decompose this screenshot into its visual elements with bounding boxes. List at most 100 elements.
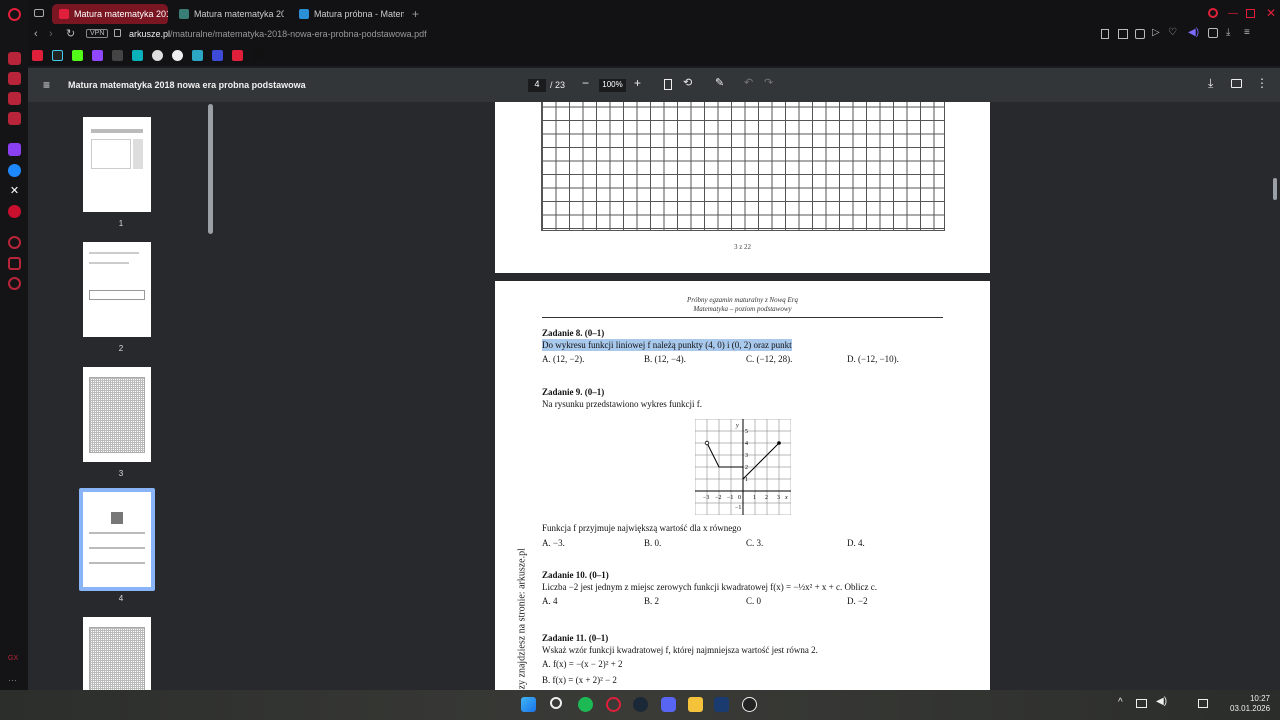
kick-bookmark-icon[interactable] <box>72 50 83 61</box>
redo-icon[interactable]: ↷ <box>764 76 773 89</box>
obs-icon[interactable] <box>742 697 757 712</box>
thumbnail-scrollbar[interactable] <box>208 104 213 234</box>
header-rule <box>542 317 943 318</box>
steam-icon[interactable] <box>633 697 648 712</box>
zoom-input[interactable]: 100% <box>599 79 626 92</box>
vk-icon[interactable] <box>8 205 21 218</box>
thumbnail-page-1[interactable] <box>83 117 151 212</box>
opera-logo-icon[interactable] <box>8 8 21 21</box>
annotate-icon[interactable]: ✎ <box>715 76 724 89</box>
viewer-scrollbar[interactable] <box>1273 178 1277 200</box>
chatgpt-bookmark-icon[interactable] <box>172 50 183 61</box>
app-icon[interactable] <box>714 697 729 712</box>
page-header: Próbny egzamin maturalny z Nową Erą Mate… <box>495 296 990 314</box>
tab-matura-1[interactable]: Matura matematyka 2018 <box>52 4 168 25</box>
clock[interactable]: 10:27 03.01.2026 <box>1230 694 1270 714</box>
thumbnail-page-3[interactable] <box>83 367 151 462</box>
task-10-title: Zadanie 10. (0–1) <box>542 570 609 580</box>
extensions-icon[interactable] <box>8 257 21 270</box>
restore-icon[interactable] <box>1246 9 1255 18</box>
extensions-toolbar-icon[interactable] <box>1208 28 1218 38</box>
snapshot-icon[interactable] <box>1118 29 1128 39</box>
spotify-icon[interactable] <box>578 697 593 712</box>
pdf-menu-icon[interactable]: ≡ <box>43 78 50 92</box>
gx-icon[interactable]: GX <box>8 655 21 668</box>
fit-page-icon[interactable] <box>664 79 672 90</box>
tab-title: Matura próbna - Matematy <box>314 9 404 19</box>
x-tick: −3 <box>703 495 709 501</box>
youtube-bookmark-icon[interactable] <box>32 50 43 61</box>
zoom-in-icon[interactable]: + <box>634 76 641 90</box>
store-icon[interactable] <box>8 72 21 85</box>
tab-menu-icon[interactable] <box>34 9 44 17</box>
settings-icon[interactable] <box>8 277 21 290</box>
file-explorer-icon[interactable] <box>688 697 703 712</box>
twitch-bookmark-icon[interactable] <box>92 50 103 61</box>
perplexity-bookmark-icon[interactable] <box>192 50 203 61</box>
task-8-text[interactable]: Do wykresu funkcji liniowej f należą pun… <box>542 339 792 351</box>
bookmarks-bar <box>28 46 1280 66</box>
back-icon[interactable]: ‹ <box>34 28 38 40</box>
news-icon[interactable] <box>8 112 21 125</box>
easy-setup-icon[interactable]: ≡ <box>1244 27 1250 38</box>
task-9-text: Na rysunku przedstawiono wykres funkcji … <box>542 399 702 409</box>
lock-icon[interactable] <box>114 29 121 37</box>
task-11-text: Wskaż wzór funkcji kwadratowej f, której… <box>542 645 818 655</box>
zoom-out-icon[interactable]: − <box>582 76 589 90</box>
minimize-icon[interactable]: — <box>1228 8 1238 19</box>
start-icon[interactable] <box>521 697 536 712</box>
tidal-bookmark-icon[interactable] <box>112 50 123 61</box>
twitch-icon[interactable] <box>8 143 21 156</box>
pdf-viewer: 3 z 22 Próbny egzamin maturalny z Nową E… <box>214 102 1280 690</box>
thumbnail-page-4[interactable] <box>83 492 151 587</box>
aria-icon[interactable] <box>8 52 21 65</box>
opera-gx-icon[interactable] <box>606 697 621 712</box>
new-tab-icon[interactable]: + <box>412 7 419 21</box>
x-twitter-icon[interactable]: ✕ <box>8 184 21 197</box>
volume-icon[interactable]: ◀) <box>1156 696 1167 707</box>
steam-bookmark-icon[interactable] <box>152 50 163 61</box>
battery-icon[interactable] <box>1198 699 1208 708</box>
answer-grid <box>541 102 945 231</box>
adblock-icon[interactable] <box>1135 29 1145 39</box>
undo-icon[interactable]: ↶ <box>744 76 753 89</box>
page-number-input[interactable]: 4 <box>528 79 546 92</box>
sound-icon[interactable]: ◀) <box>1188 27 1199 38</box>
history-icon[interactable] <box>8 236 21 249</box>
network-icon[interactable] <box>1136 699 1147 708</box>
player-icon[interactable]: ▷ <box>1152 27 1160 38</box>
thumbnail-number: 4 <box>118 594 124 603</box>
bookmark-icon[interactable] <box>1101 29 1109 39</box>
search-tabs-icon[interactable] <box>1208 8 1218 18</box>
print-icon[interactable] <box>1231 79 1242 88</box>
vinted-bookmark-icon[interactable] <box>132 50 143 61</box>
download-icon[interactable]: ⤓ <box>1208 76 1213 91</box>
tab-matura-probna[interactable]: Matura próbna - Matematy <box>292 4 404 25</box>
tiktok-bookmark-icon[interactable] <box>52 50 63 61</box>
tray-chevron-icon[interactable]: ^ <box>1118 697 1123 708</box>
thumbnail-page-2[interactable] <box>83 242 151 337</box>
pdf-page-4: Próbny egzamin maturalny z Nową Erą Mate… <box>495 281 990 690</box>
messenger-blue-icon[interactable] <box>8 164 21 177</box>
rotate-icon[interactable]: ⟲ <box>683 76 692 89</box>
page-favicon-icon <box>179 9 189 19</box>
dark-bookmark-icon[interactable] <box>252 50 263 61</box>
close-window-icon[interactable]: ✕ <box>1266 6 1276 20</box>
reload-icon[interactable]: ↻ <box>66 27 75 40</box>
more-options-icon[interactable]: ⋮ <box>1256 76 1268 90</box>
task-10: Zadanie 10. (0–1) Liczba −2 jest jednym … <box>542 569 877 593</box>
tab-matura-2[interactable]: Matura matematyka 2018 <box>172 4 284 25</box>
search-icon[interactable] <box>550 697 562 709</box>
check-bookmark-icon[interactable] <box>232 50 243 61</box>
y-tick: −1 <box>735 505 741 511</box>
forward-icon[interactable]: › <box>49 28 53 40</box>
discord-icon[interactable] <box>661 697 676 712</box>
download-toolbar-icon[interactable]: ⤓ <box>1226 27 1230 38</box>
vpn-badge[interactable]: VPN <box>86 29 109 38</box>
task-8-answer-d: D. (−12, −10). <box>847 354 899 364</box>
messenger-icon[interactable] <box>8 92 21 105</box>
url-field[interactable]: arkusze.pl/maturalne/matematyka-2018-now… <box>129 29 427 39</box>
heart-icon[interactable]: ♡ <box>1168 27 1177 38</box>
shield-bookmark-icon[interactable] <box>212 50 223 61</box>
more-icon[interactable]: ··· <box>8 675 21 688</box>
